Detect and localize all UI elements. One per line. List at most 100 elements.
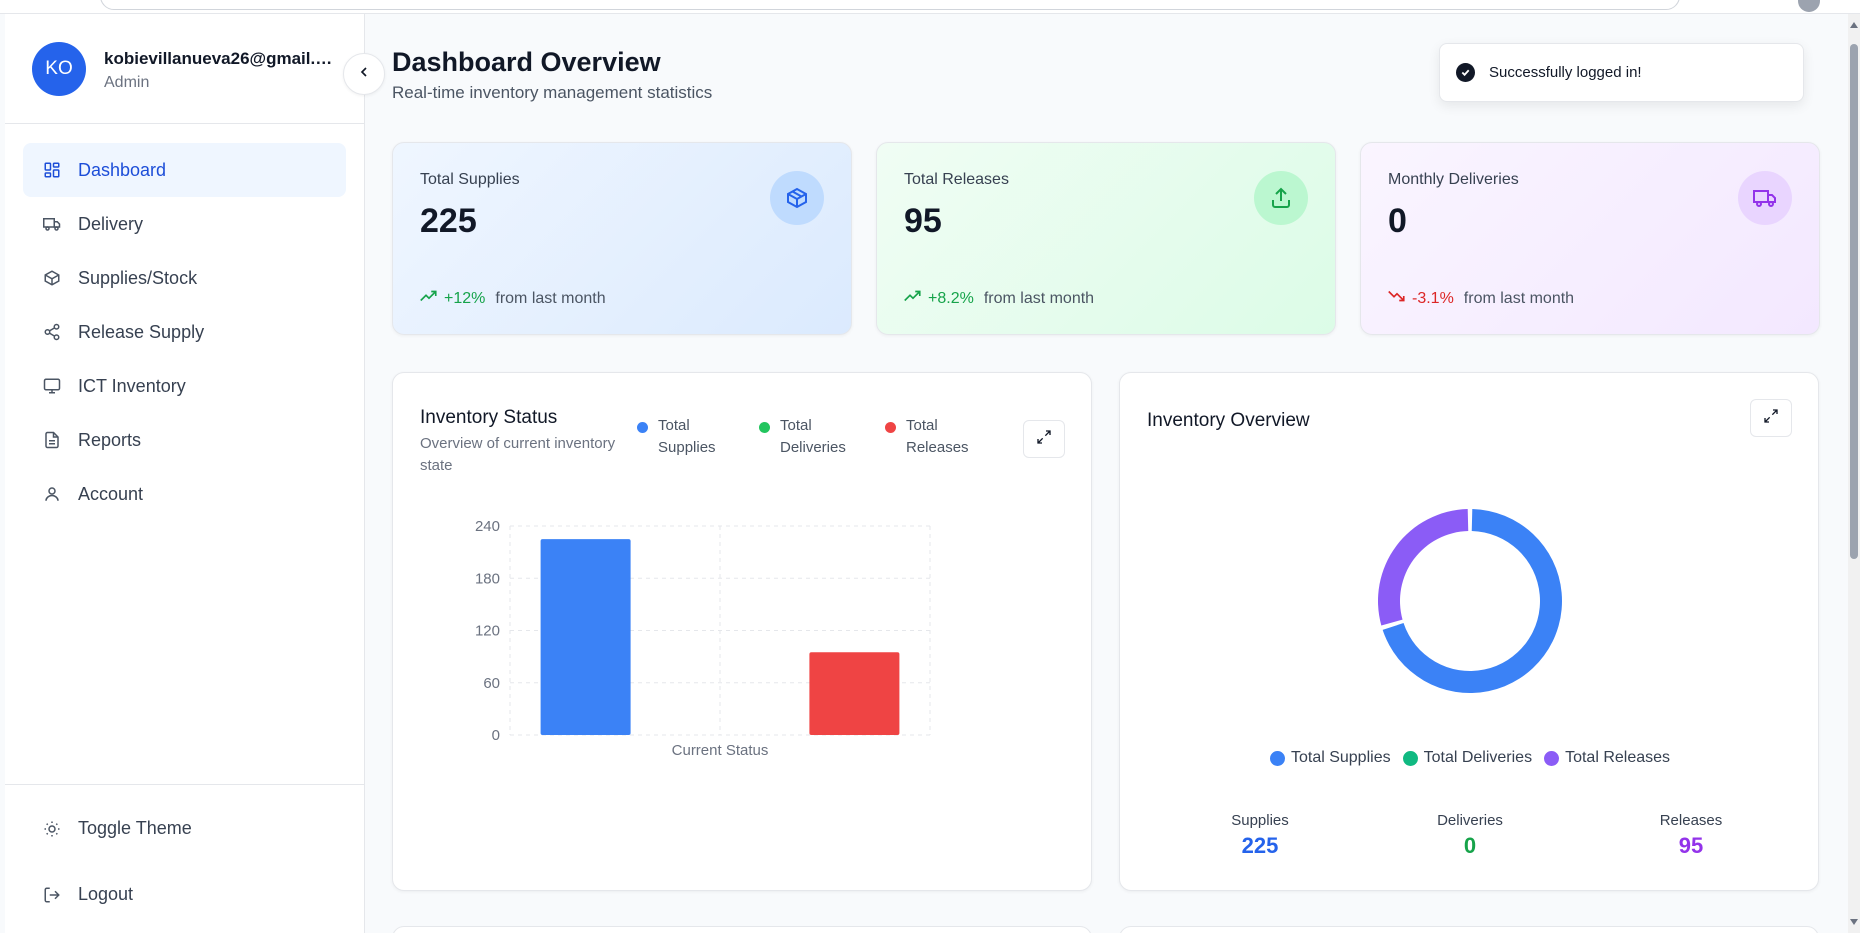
profile-icon[interactable]: [1798, 0, 1820, 12]
browser-chrome: [0, 0, 1860, 14]
sidebar: KO kobievillanueva26@gmail.com Admin Das…: [5, 14, 365, 933]
box-icon: [42, 268, 62, 288]
bar-chart: 0 60 120 180 240 Current Status: [475, 518, 931, 759]
summary-label: Supplies: [1231, 812, 1289, 829]
sidebar-item-account[interactable]: Account: [23, 467, 346, 521]
legend-item-deliveries: Total Deliveries: [1402, 749, 1533, 767]
user-role: Admin: [104, 74, 150, 91]
summary-releases: Releases 95: [1611, 812, 1771, 859]
donut-chart: [1378, 509, 1562, 693]
legend-label: Total Supplies: [1290, 749, 1391, 766]
sidebar-item-ict-inventory[interactable]: ICT Inventory: [23, 359, 346, 413]
stat-change: -3.1%: [1412, 289, 1454, 307]
truck-icon: [42, 214, 62, 234]
legend-label: Total Releases: [1565, 749, 1671, 766]
address-bar[interactable]: [100, 0, 1680, 10]
collapse-sidebar-button[interactable]: [343, 53, 385, 95]
user-profile: KO kobievillanueva26@gmail.com Admin: [5, 14, 364, 124]
bar-total-supplies[interactable]: [540, 539, 631, 735]
stat-change: +8.2%: [928, 289, 974, 307]
sidebar-item-dashboard[interactable]: Dashboard: [23, 143, 346, 197]
sidebar-item-reports[interactable]: Reports: [23, 413, 346, 467]
summary-label: Releases: [1659, 812, 1723, 829]
sidebar-item-supplies[interactable]: Supplies/Stock: [23, 251, 346, 305]
share-icon: [42, 322, 62, 342]
stat-change: +12%: [444, 289, 486, 307]
scrollbar[interactable]: [1848, 14, 1860, 933]
trending-up-icon: [420, 289, 438, 308]
file-text-icon: [42, 430, 62, 450]
next-card-left: [392, 926, 1092, 933]
stat-label: Monthly Deliveries: [1388, 171, 1519, 188]
inventory-overview-panel: Inventory Overview Total Supplies Total …: [1119, 372, 1819, 891]
summary-supplies: Supplies 225: [1180, 812, 1340, 859]
summary-label: Deliveries: [1437, 812, 1503, 829]
summary-deliveries: Deliveries 0: [1390, 812, 1550, 859]
stat-value: 0: [1388, 202, 1407, 240]
sidebar-item-label: Dashboard: [78, 159, 167, 180]
legend-swatch: [1544, 750, 1560, 766]
stat-trend: +12% from last month: [420, 289, 606, 308]
stat-value: 95: [904, 202, 942, 240]
user-icon: [42, 484, 62, 504]
sidebar-item-label: Release Supply: [78, 321, 205, 342]
upload-icon: [1254, 171, 1308, 225]
stat-change-suffix: from last month: [495, 289, 606, 307]
donut-legend: Total Supplies Total Deliveries Total Re…: [1120, 749, 1820, 767]
summary-value: 95: [1678, 833, 1704, 858]
sidebar-item-label: ICT Inventory: [78, 375, 186, 396]
x-tick-label: Current Status: [672, 742, 769, 759]
sun-icon: [42, 819, 62, 839]
package-icon: [770, 171, 824, 225]
donut-slice-total-releases[interactable]: [1378, 509, 1469, 626]
page-title: Dashboard Overview: [392, 47, 661, 77]
sidebar-item-label: Account: [78, 483, 144, 504]
y-tick-label: 120: [475, 623, 500, 640]
logout-label: Logout: [78, 884, 134, 904]
logout-icon: [42, 885, 62, 905]
legend-item-supplies: Total Supplies: [1269, 749, 1391, 767]
sidebar-item-label: Delivery: [78, 213, 144, 234]
sidebar-item-label: Reports: [78, 429, 142, 450]
scroll-thumb[interactable]: [1850, 44, 1858, 559]
sidebar-item-release-supply[interactable]: Release Supply: [23, 305, 346, 359]
stat-change-suffix: from last month: [983, 289, 1095, 307]
truck-icon: [1738, 171, 1792, 225]
logout-button[interactable]: Logout: [42, 884, 133, 905]
scroll-down-icon[interactable]: [1850, 919, 1858, 925]
trending-down-icon: [1388, 289, 1406, 308]
sidebar-item-delivery[interactable]: Delivery: [23, 197, 346, 251]
sidebar-item-label: Supplies/Stock: [78, 267, 198, 288]
stat-card-total-supplies: Total Supplies 225 +12% from last month: [392, 142, 852, 335]
summary-value: 225: [1241, 833, 1279, 858]
legend-label: Total Deliveries: [1423, 749, 1533, 766]
stat-label: Total Supplies: [420, 171, 520, 188]
toggle-theme-button[interactable]: Toggle Theme: [42, 818, 192, 839]
bar-total-releases[interactable]: [809, 652, 900, 735]
y-tick-label: 180: [475, 570, 500, 587]
scroll-up-icon[interactable]: [1850, 22, 1858, 28]
stat-trend: +8.2% from last month: [904, 289, 1094, 308]
stat-change-suffix: from last month: [1463, 289, 1575, 307]
page-subtitle: Real-time inventory management statistic…: [392, 83, 713, 102]
layout-grid-icon: [42, 160, 62, 180]
sidebar-footer: [5, 784, 364, 785]
chevron-left-icon: [356, 64, 372, 85]
y-tick-label: 0: [492, 727, 500, 744]
inventory-status-panel: Inventory Status Overview of current inv…: [392, 372, 1092, 891]
monitor-icon: [42, 376, 62, 396]
user-email: kobievillanueva26@gmail.com: [104, 49, 339, 68]
legend-swatch: [1269, 750, 1285, 766]
y-tick-label: 60: [483, 675, 500, 692]
toggle-theme-label: Toggle Theme: [78, 818, 192, 838]
y-tick-label: 240: [475, 518, 500, 535]
stat-card-monthly-deliveries: Monthly Deliveries 0 -3.1% from last mon…: [1360, 142, 1820, 335]
avatar: KO: [32, 42, 86, 96]
stat-value: 225: [420, 202, 477, 240]
stat-card-total-releases: Total Releases 95 +8.2% from last month: [876, 142, 1336, 335]
summary-value: 0: [1463, 833, 1477, 858]
legend-swatch: [1402, 750, 1418, 766]
stat-label: Total Releases: [904, 171, 1009, 188]
stat-trend: -3.1% from last month: [1388, 289, 1574, 308]
trending-up-icon: [904, 289, 922, 308]
